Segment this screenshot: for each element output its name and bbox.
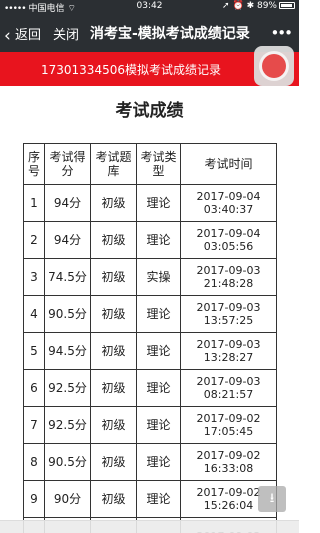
- floating-assistive-button[interactable]: [254, 46, 294, 86]
- cell-score: 90.5分: [44, 295, 91, 333]
- cell-date: 2017-09-03: [196, 301, 261, 314]
- header-score: 考试得分: [44, 143, 91, 185]
- cell-bank: 初级: [90, 443, 137, 481]
- cell-no: 3: [23, 258, 45, 296]
- cell-score: 94分: [44, 184, 91, 222]
- cell-clock: 03:05:56: [203, 240, 254, 253]
- cell-no: 9: [23, 480, 45, 518]
- cell-time: 2017-09-03 13:57:25: [180, 295, 277, 333]
- table-row: 3 74.5分 初级 实操 2017-09-03 21:48:28: [23, 258, 277, 296]
- cell-score: 92.5分: [44, 369, 91, 407]
- cell-type: 理论: [136, 406, 181, 444]
- page-title: 考试成绩: [115, 101, 184, 121]
- cell-type: 理论: [136, 443, 181, 481]
- table-header-row: 序号 考试得分 考试题库 考试类型 考试时间: [23, 143, 277, 185]
- cell-no: 7: [23, 406, 45, 444]
- ellipsis-icon[interactable]: •••: [270, 24, 293, 42]
- table-row: 6 92.5分 初级 理论 2017-09-03 08:21:57: [23, 369, 277, 407]
- cell-date: 2017-09-04: [196, 190, 261, 203]
- table-row: 7 92.5分 初级 理论 2017-09-02 17:05:45: [23, 406, 277, 444]
- back-label: 返回: [14, 28, 41, 43]
- close-button[interactable]: 关闭: [53, 24, 79, 43]
- cell-type: 理论: [136, 480, 181, 518]
- cell-score: 94.5分: [44, 332, 91, 370]
- chevron-left-icon: ‹: [4, 26, 11, 46]
- nav-title: 消考宝-模拟考试成绩记录: [90, 26, 250, 42]
- cell-bank: 初级: [90, 480, 137, 518]
- table-row: 9 90分 初级 理论 2017-09-02 15:26:04: [23, 480, 277, 518]
- cell-clock: 15:26:04: [203, 499, 254, 512]
- cell-bank: 初级: [90, 221, 137, 259]
- cell-time: 2017-09-02 17:05:45: [180, 406, 277, 444]
- cell-type: 理论: [136, 295, 181, 333]
- table-row: 1 94分 初级 理论 2017-09-04 03:40:37: [23, 184, 277, 222]
- cell-bank: 初级: [90, 332, 137, 370]
- alarm-icon: ⏰: [232, 1, 244, 11]
- cell-score: 74.5分: [44, 258, 91, 296]
- cell-no: 5: [23, 332, 45, 370]
- banner-text: 17301334506模拟考试成绩记录: [41, 63, 221, 77]
- cell-type: 理论: [136, 332, 181, 370]
- bluetooth-icon: ✱: [246, 1, 255, 11]
- cell-time: 2017-09-03 13:28:27: [180, 332, 277, 370]
- cell-time: 2017-09-04 03:40:37: [180, 184, 277, 222]
- cell-clock: 17:05:45: [203, 425, 254, 438]
- cell-clock: 16:33:08: [203, 462, 254, 475]
- cell-score: 90分: [44, 480, 91, 518]
- cell-clock: 13:28:27: [203, 351, 254, 364]
- cell-bank: 初级: [90, 258, 137, 296]
- cell-clock: 21:48:28: [203, 277, 254, 290]
- cell-no: 6: [23, 369, 45, 407]
- cell-type: 理论: [136, 369, 181, 407]
- cell-bank: 初级: [90, 369, 137, 407]
- table-row: 8 90.5分 初级 理论 2017-09-02 16:33:08: [23, 443, 277, 481]
- cell-no: 1: [23, 184, 45, 222]
- header-no: 序号: [23, 143, 45, 185]
- cell-type: 理论: [136, 221, 181, 259]
- cell-date: 2017-09-02: [196, 486, 261, 499]
- cell-clock: 08:21:57: [203, 388, 254, 401]
- cell-clock: 03:40:37: [203, 203, 254, 216]
- cell-date: 2017-09-03: [196, 338, 261, 351]
- assistive-touch-icon: [262, 54, 286, 78]
- cell-date: 2017-09-04: [196, 227, 261, 240]
- cell-no: 2: [23, 221, 45, 259]
- cell-type: 实操: [136, 258, 181, 296]
- battery-icon: [279, 2, 295, 9]
- cell-date: 2017-09-02: [196, 412, 261, 425]
- table-row: 5 94.5分 初级 理论 2017-09-03 13:28:27: [23, 332, 277, 370]
- score-table: 序号 考试得分 考试题库 考试类型 考试时间 1 94分 初级 理论 2017-…: [23, 143, 277, 533]
- bottom-toolbar: [0, 520, 299, 533]
- back-button[interactable]: ‹ 返回: [4, 24, 41, 46]
- header-type: 考试类型: [136, 143, 181, 185]
- location-icon: ➚: [222, 1, 230, 11]
- table-row: 4 90.5分 初级 理论 2017-09-03 13:57:25: [23, 295, 277, 333]
- cell-time: 2017-09-03 08:21:57: [180, 369, 277, 407]
- cell-bank: 初级: [90, 406, 137, 444]
- cell-time: 2017-09-04 03:05:56: [180, 221, 277, 259]
- status-right: ➚ ⏰ ✱ 89%: [222, 1, 295, 11]
- header-bank: 考试题库: [90, 143, 137, 185]
- cell-time: 2017-09-02 16:33:08: [180, 443, 277, 481]
- nav-bar: ‹ 返回 关闭 消考宝-模拟考试成绩记录 •••: [0, 14, 299, 52]
- cell-date: 2017-09-03: [196, 264, 261, 277]
- cell-no: 4: [23, 295, 45, 333]
- battery-percent: 89%: [256, 1, 277, 11]
- table-row: 2 94分 初级 理论 2017-09-04 03:05:56: [23, 221, 277, 259]
- status-bar: ••••• 中国电信 ⌔ 03:42 ➚ ⏰ ✱ 89%: [0, 0, 299, 14]
- cell-no: 8: [23, 443, 45, 481]
- cell-bank: 初级: [90, 295, 137, 333]
- cell-type: 理论: [136, 184, 181, 222]
- cell-date: 2017-09-02: [196, 449, 261, 462]
- cell-time: 2017-09-03 21:48:28: [180, 258, 277, 296]
- cell-score: 90.5分: [44, 443, 91, 481]
- cell-score: 94分: [44, 221, 91, 259]
- cell-score: 92.5分: [44, 406, 91, 444]
- cell-bank: 初级: [90, 184, 137, 222]
- header-time: 考试时间: [180, 143, 277, 185]
- cell-date: 2017-09-03: [196, 375, 261, 388]
- scroll-to-top-icon[interactable]: ⭳: [258, 486, 286, 512]
- cell-clock: 13:57:25: [203, 314, 254, 327]
